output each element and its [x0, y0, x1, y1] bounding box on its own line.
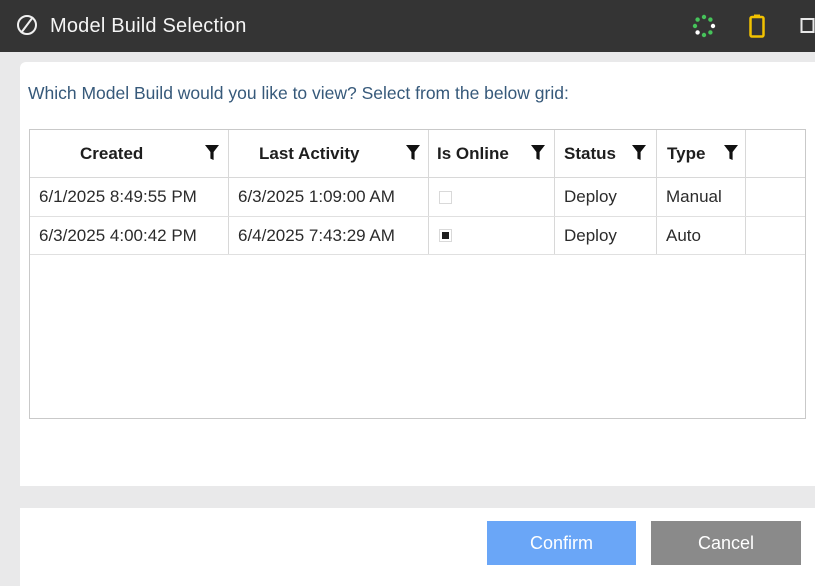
cell-status: Deploy — [555, 178, 657, 216]
cell-created: 6/1/2025 8:49:55 PM — [30, 178, 229, 216]
brand-logo-icon — [17, 15, 37, 35]
window-restore-icon[interactable] — [800, 17, 815, 35]
filter-icon[interactable] — [724, 144, 738, 161]
cell-last-activity: 6/3/2025 1:09:00 AM — [229, 178, 429, 216]
column-header-type[interactable]: Type — [657, 130, 746, 177]
column-header-label: Created — [80, 144, 144, 163]
cell-type: Manual — [657, 178, 746, 216]
cancel-button[interactable]: Cancel — [651, 521, 801, 565]
title-bar: Model Build Selection — [0, 0, 815, 52]
column-header-spacer — [746, 130, 805, 177]
cell-status: Deploy — [555, 217, 657, 254]
column-header-label: Is Online — [437, 144, 509, 163]
column-header-status[interactable]: Status — [555, 130, 657, 177]
cell-last-activity: 6/4/2025 7:43:29 AM — [229, 217, 429, 254]
model-build-grid: Created Last Activity Is Online Status T… — [29, 129, 806, 419]
column-header-label: Last Activity — [259, 144, 360, 163]
is-online-checkbox[interactable] — [439, 190, 452, 204]
column-header-last-activity[interactable]: Last Activity — [229, 130, 429, 177]
selection-prompt: Which Model Build would you like to view… — [28, 83, 569, 103]
filter-icon[interactable] — [205, 144, 219, 161]
column-header-label: Status — [564, 144, 616, 163]
cell-is-online — [429, 178, 555, 216]
filter-icon[interactable] — [632, 144, 646, 161]
window-title: Model Build Selection — [50, 15, 247, 37]
cell-spacer — [746, 217, 805, 254]
filter-icon[interactable] — [531, 144, 545, 161]
battery-icon[interactable] — [749, 14, 765, 38]
column-header-created[interactable]: Created — [30, 130, 229, 177]
confirm-button[interactable]: Confirm — [487, 521, 636, 565]
table-row[interactable]: 6/1/2025 8:49:55 PM 6/3/2025 1:09:00 AM … — [30, 178, 805, 217]
cell-type: Auto — [657, 217, 746, 254]
loading-spinner-icon — [692, 14, 716, 38]
filter-icon[interactable] — [406, 144, 420, 161]
cell-spacer — [746, 178, 805, 216]
grid-header-row: Created Last Activity Is Online Status T… — [30, 130, 805, 178]
column-header-label: Type — [667, 144, 706, 163]
cell-created: 6/3/2025 4:00:42 PM — [30, 217, 229, 254]
cell-is-online — [429, 217, 555, 254]
is-online-checkbox[interactable] — [439, 229, 452, 242]
column-header-is-online[interactable]: Is Online — [429, 130, 555, 177]
table-row[interactable]: 6/3/2025 4:00:42 PM 6/4/2025 7:43:29 AM … — [30, 217, 805, 255]
